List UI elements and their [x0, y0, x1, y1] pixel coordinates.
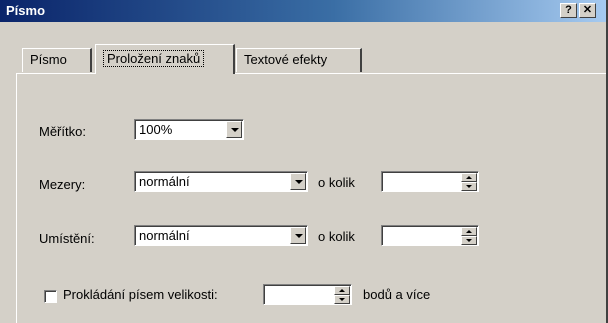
font-dialog: Písmo ? ✕ Písmo Proložení znaků Textové … — [0, 0, 608, 323]
chevron-down-icon[interactable] — [290, 173, 306, 190]
tab-panel: Měřítko: 100% Mezery: normální o kolik U… — [16, 73, 606, 323]
arrow-down-icon[interactable] — [334, 295, 350, 304]
spacing-value: normální — [139, 174, 190, 189]
tab-font[interactable]: Písmo — [22, 48, 92, 72]
scale-label: Měřítko: — [39, 124, 86, 139]
scale-combobox[interactable]: 100% — [134, 119, 244, 140]
arrow-up-icon[interactable] — [461, 227, 477, 236]
tab-font-label: Písmo — [30, 52, 67, 67]
tab-text-effects[interactable]: Textové efekty — [236, 48, 362, 72]
arrow-up-icon[interactable] — [334, 286, 350, 295]
position-label: Umístění: — [39, 231, 95, 246]
kerning-checkbox[interactable] — [44, 290, 57, 303]
chevron-down-icon[interactable] — [226, 121, 242, 138]
help-button[interactable]: ? — [560, 3, 577, 18]
arrow-down-icon[interactable] — [461, 182, 477, 191]
position-combobox[interactable]: normální — [134, 225, 308, 246]
chevron-down-icon[interactable] — [290, 227, 306, 244]
tab-text-effects-label: Textové efekty — [244, 52, 328, 67]
kerning-label[interactable]: Prokládání písem velikosti: — [63, 287, 218, 302]
position-by-spinbox[interactable] — [381, 225, 479, 246]
arrow-down-icon[interactable] — [461, 236, 477, 245]
spacing-by-spinbox[interactable] — [381, 171, 479, 192]
close-button[interactable]: ✕ — [579, 3, 596, 18]
position-by-label: o kolik — [318, 229, 355, 244]
spacing-combobox[interactable]: normální — [134, 171, 308, 192]
tab-character-spacing[interactable]: Proložení znaků — [95, 44, 235, 74]
window-title: Písmo — [6, 3, 46, 18]
position-value: normální — [139, 228, 190, 243]
spacing-by-label: o kolik — [318, 175, 355, 190]
spacing-label: Mezery: — [39, 177, 86, 192]
kerning-suffix: bodů a více — [363, 287, 431, 302]
kerning-size-spinbox[interactable] — [263, 284, 352, 305]
scale-value: 100% — [139, 122, 173, 137]
arrow-up-icon[interactable] — [461, 173, 477, 182]
title-bar: Písmo ? ✕ — [0, 0, 606, 22]
tab-character-spacing-label: Proložení znaků — [103, 50, 205, 67]
